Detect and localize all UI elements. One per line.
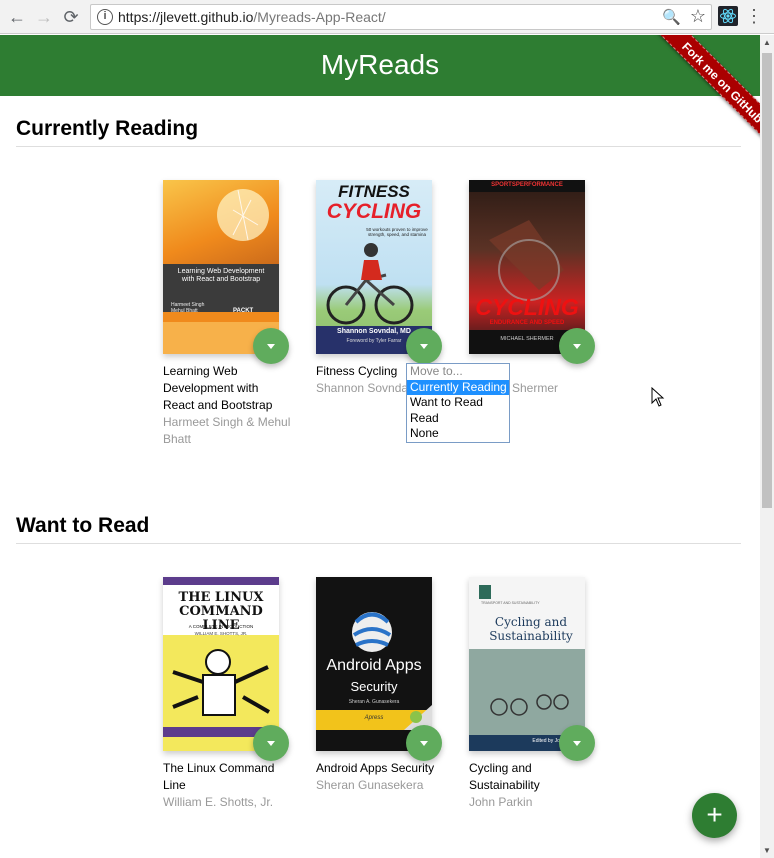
shelf-changer-button[interactable]: [406, 328, 442, 364]
shelf-changer-button[interactable]: [406, 725, 442, 761]
cover-authors: WILLIAM E. SHOTTS, JR.: [194, 631, 248, 636]
cover-authors: Sheran A. Gunasekera: [348, 699, 400, 705]
dropdown-option-none[interactable]: None: [407, 426, 509, 442]
cover-title-2: Security: [350, 679, 398, 694]
cover-title: Android Apps: [326, 657, 422, 674]
cover-authors: Harmeet Singh Mehul Bhatt: [171, 302, 205, 314]
cover-title: Learning Web Development with React and …: [177, 268, 265, 283]
bookmark-star-icon[interactable]: ☆: [690, 6, 706, 27]
browser-toolbar: ← → ⟳ i https://jlevett.github.io/Myread…: [0, 0, 774, 34]
shelf-changer-button[interactable]: [559, 725, 595, 761]
dropdown-option-currently-reading[interactable]: Currently Reading: [407, 379, 509, 395]
shelf-divider: [16, 146, 741, 147]
zoom-icon[interactable]: 🔍: [662, 8, 681, 26]
book-title: The Linux Command Line: [163, 761, 275, 792]
cover-series: TRANSPORT AND SUSTAINABILITY: [481, 601, 540, 605]
book-authors: Shermer: [512, 381, 559, 395]
book-authors: John Parkin: [469, 795, 533, 809]
shelf-select-dropdown[interactable]: Move to... Currently Reading Want to Rea…: [406, 363, 510, 443]
github-ribbon[interactable]: Fork me on GitHub: [640, 35, 760, 155]
cover-title-2: CYCLING: [326, 200, 422, 223]
reload-icon[interactable]: ⟳: [60, 6, 82, 28]
scroll-down-icon[interactable]: ▼: [763, 846, 771, 855]
add-book-button[interactable]: +: [692, 793, 737, 838]
book-title: Cycling and Sustainability: [469, 761, 540, 792]
book-cover: Android Apps Security Sheran A. Gunaseke…: [316, 577, 432, 751]
book-title: Learning Web Development with React and …: [163, 364, 273, 412]
url-text[interactable]: https://jlevett.github.io/Myreads-App-Re…: [118, 9, 386, 25]
cover-subtitle: ENDURANCE AND SPEED: [489, 320, 565, 326]
book-authors: Harmeet Singh & Mehul Bhatt: [163, 415, 291, 446]
book-cover: SPORTSPERFORMANCE CYCLING ENDURANCE AND …: [469, 180, 585, 354]
github-ribbon-label[interactable]: Fork me on GitHub: [648, 35, 760, 155]
dropdown-option-read[interactable]: Read: [407, 411, 509, 427]
book-cover: Learning Web Development with React and …: [163, 180, 279, 354]
book-title: Android Apps Security: [316, 761, 435, 775]
dropdown-option-move-to: Move to...: [410, 364, 463, 378]
cover-title: FITNESS: [338, 182, 410, 201]
url-path: /Myreads-App-React/: [253, 9, 386, 25]
cover-subtitle: 50 workouts proven to improve strength, …: [366, 227, 428, 237]
url-host: https://jlevett.github.io: [118, 9, 254, 25]
cover-badge: PACKT: [233, 308, 254, 314]
address-bar[interactable]: i https://jlevett.github.io/Myreads-App-…: [90, 4, 712, 30]
shelf-title-want-to-read: Want to Read: [16, 514, 150, 537]
book-cover: FITNESS CYCLING 50 workouts proven to im…: [316, 180, 432, 354]
dropdown-option-want-to-read[interactable]: Want to Read: [407, 395, 509, 411]
scroll-thumb[interactable]: [762, 53, 772, 508]
book-cover: THE LINUX COMMAND LINE A COMPLETE INTROD…: [163, 577, 279, 751]
cover-header: SPORTSPERFORMANCE: [491, 182, 563, 188]
info-icon[interactable]: i: [97, 9, 113, 25]
page-scrollbar[interactable]: ▲ ▼: [760, 35, 774, 858]
cover-subtitle: A COMPLETE INTRODUCTION: [188, 624, 254, 629]
shelf-changer-button[interactable]: [253, 725, 289, 761]
book-cover: TRANSPORT AND SUSTAINABILITY Cycling and…: [469, 577, 585, 751]
shelf-title-currently-reading: Currently Reading: [16, 117, 199, 140]
cover-badge: Apress: [364, 715, 384, 721]
scroll-up-icon[interactable]: ▲: [763, 38, 771, 47]
forward-icon[interactable]: →: [33, 6, 55, 28]
browser-menu-icon[interactable]: ⋮: [744, 4, 764, 28]
mouse-cursor-icon: [651, 387, 665, 407]
cover-title: Cycling and Sustainability: [489, 615, 573, 643]
book-authors: Sheran Gunasekera: [316, 778, 424, 792]
shelf-changer-button[interactable]: [559, 328, 595, 364]
cover-title: CYCLING: [475, 294, 579, 320]
book-authors: William E. Shotts, Jr.: [163, 795, 274, 809]
react-devtools-icon[interactable]: [718, 6, 738, 26]
shelf-changer-button[interactable]: [253, 328, 289, 364]
back-icon[interactable]: ←: [6, 6, 28, 28]
shelf-divider: [16, 543, 741, 544]
